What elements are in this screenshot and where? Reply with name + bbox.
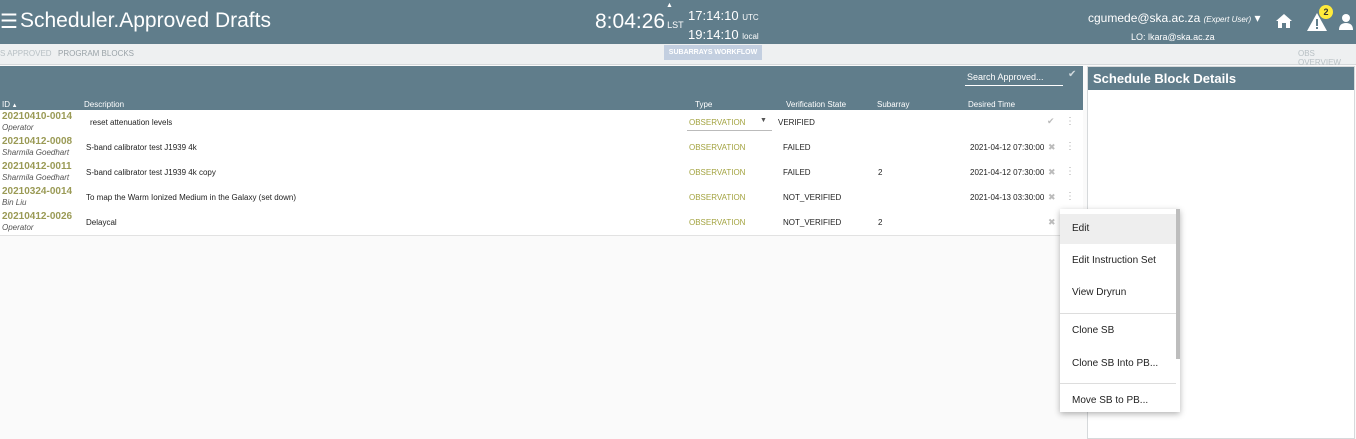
table-row[interactable]: 20210412-0026 Operator Delaycal OBSERVAT…: [0, 210, 1083, 236]
sb-subarray: 2: [878, 218, 883, 227]
menu-item-clone-sb-into-pb[interactable]: Clone SB Into PB...: [1060, 350, 1176, 378]
type-select[interactable]: OBSERVATION ▼: [687, 113, 772, 131]
close-icon[interactable]: ✖: [1048, 142, 1056, 153]
sb-desired-time: 2021-04-13 03:30:00: [970, 193, 1045, 202]
local-time: 19:14:10: [688, 27, 739, 42]
sb-subarray: 2: [878, 168, 883, 177]
close-icon[interactable]: ✖: [1048, 192, 1056, 203]
sb-owner: Sharmila Goedhart: [2, 148, 70, 157]
sb-id[interactable]: 20210412-0008: [2, 136, 72, 147]
sb-type: OBSERVATION: [689, 143, 746, 152]
sb-verification: NOT_VERIFIED: [783, 218, 842, 227]
sb-desired-time: 2021-04-12 07:30:00: [970, 143, 1045, 152]
sb-description: To map the Warm Ionized Medium in the Ga…: [86, 193, 297, 202]
utc-clock: 17:14:10 UTC: [688, 8, 759, 23]
sb-id[interactable]: 20210412-0011: [2, 161, 72, 172]
lst-time: 8:04:26: [595, 10, 666, 33]
sb-owner: Operator: [2, 123, 34, 132]
menu-item-edit-instruction-set[interactable]: Edit Instruction Set: [1060, 247, 1176, 275]
notification-badge: 2: [1319, 5, 1333, 19]
tab-approved[interactable]: S APPROVED: [0, 49, 52, 58]
table-row[interactable]: 20210324-0014 Bin Liu To map the Warm Io…: [0, 185, 1083, 211]
sb-description: Delaycal: [86, 218, 117, 227]
menu-divider: [1060, 313, 1176, 314]
table-row[interactable]: 20210412-0011 Sharmila Goedhart S-band c…: [0, 160, 1083, 186]
chevron-down-icon: ▾: [1254, 11, 1261, 25]
more-vert-icon[interactable]: ⋮: [1065, 116, 1075, 127]
sub-navigation: S APPROVED PROGRAM BLOCKS SUBARRAYS WORK…: [0, 44, 1356, 67]
sb-type: OBSERVATION: [689, 193, 746, 202]
sb-type: OBSERVATION: [689, 218, 746, 227]
sb-verification: FAILED: [783, 143, 811, 152]
home-icon[interactable]: [1275, 13, 1293, 34]
menu-divider: [1060, 383, 1176, 384]
sb-owner: Sharmila Goedhart: [2, 173, 70, 182]
menu-item-edit[interactable]: Edit: [1060, 214, 1176, 244]
close-icon[interactable]: ✖: [1048, 217, 1056, 228]
tab-program-blocks[interactable]: PROGRAM BLOCKS: [58, 49, 134, 58]
sb-id[interactable]: 20210324-0014: [2, 186, 72, 197]
column-verification[interactable]: Verification State: [786, 100, 846, 109]
page-title: Scheduler.Approved Drafts: [20, 9, 271, 32]
utc-time: 17:14:10: [688, 8, 739, 23]
sb-verification: FAILED: [783, 168, 811, 177]
sb-desired-time: 2021-04-12 07:30:00: [970, 168, 1045, 177]
local-clock: 19:14:10 local: [688, 27, 759, 42]
more-vert-icon[interactable]: ⋮: [1065, 166, 1075, 177]
top-bar: ☰ Scheduler.Approved Drafts ▲ 8:04:26 LST…: [0, 0, 1356, 44]
sb-owner: Bin Liu: [2, 198, 27, 207]
sb-id[interactable]: 20210410-0014: [2, 111, 72, 122]
check-icon[interactable]: ✔: [1047, 116, 1055, 127]
menu-icon[interactable]: ☰: [0, 12, 18, 32]
more-vert-icon[interactable]: ⋮: [1065, 191, 1075, 202]
more-vert-icon[interactable]: ⋮: [1065, 141, 1075, 152]
menu-item-view-dryrun[interactable]: View Dryrun: [1060, 279, 1176, 307]
sb-verification: NOT_VERIFIED: [783, 193, 842, 202]
lst-label: LST: [667, 20, 684, 30]
column-desired-time[interactable]: Desired Time: [968, 100, 1015, 109]
table-row[interactable]: 20210410-0014 Operator reset attenuation…: [0, 110, 1083, 136]
menu-scrollbar[interactable]: [1176, 209, 1180, 359]
local-label: local: [742, 32, 759, 41]
context-menu: Edit Edit Instruction Set View Dryrun Cl…: [1060, 209, 1180, 412]
lo-label: LO: lkara@ska.ac.za: [1131, 32, 1215, 42]
check-icon[interactable]: ✔: [1068, 69, 1076, 80]
sb-owner: Operator: [2, 223, 34, 232]
table-row[interactable]: 20210412-0008 Sharmila Goedhart S-band c…: [0, 135, 1083, 161]
sb-description: S-band calibrator test J1939 4k: [86, 143, 197, 152]
table-header: ✔ ID ▲ Description Type Verification Sta…: [0, 66, 1083, 110]
lst-clock: 8:04:26 LST: [595, 10, 684, 34]
tab-obs-overview[interactable]: OBS OVERVIEW: [1298, 49, 1356, 67]
column-description[interactable]: Description: [84, 100, 124, 109]
panel-title: Schedule Block Details: [1088, 67, 1354, 90]
menu-item-clone-sb[interactable]: Clone SB: [1060, 317, 1176, 345]
sb-id[interactable]: 20210412-0026: [2, 211, 72, 222]
menu-item-move-sb-to-pb[interactable]: Move SB to PB...: [1060, 387, 1176, 412]
search-input[interactable]: [965, 69, 1063, 86]
sort-asc-icon: ▲: [10, 103, 18, 109]
user-role: (Expert User): [1203, 15, 1252, 24]
sb-description: reset attenuation levels: [90, 118, 173, 127]
sb-type: OBSERVATION: [689, 168, 746, 177]
close-icon[interactable]: ✖: [1048, 167, 1056, 178]
person-icon[interactable]: [1338, 13, 1354, 36]
sb-type: OBSERVATION: [689, 118, 746, 127]
dropdown-arrow-icon: ▼: [760, 117, 767, 124]
user-menu[interactable]: cgumede@ska.ac.za (Expert User) ▾: [1088, 11, 1261, 25]
column-id-label: ID: [2, 100, 10, 109]
column-type[interactable]: Type: [695, 100, 712, 109]
sb-verification: VERIFIED: [778, 118, 815, 127]
utc-label: UTC: [742, 13, 759, 22]
column-id[interactable]: ID ▲: [2, 100, 18, 109]
column-subarray[interactable]: Subarray: [877, 100, 909, 109]
subarrays-workflow-button[interactable]: SUBARRAYS WORKFLOW: [664, 45, 762, 60]
user-email: cgumede@ska.ac.za: [1088, 11, 1201, 25]
sb-description: S-band calibrator test J1939 4k copy: [86, 168, 216, 177]
caret-up-icon[interactable]: ▲: [666, 2, 673, 9]
